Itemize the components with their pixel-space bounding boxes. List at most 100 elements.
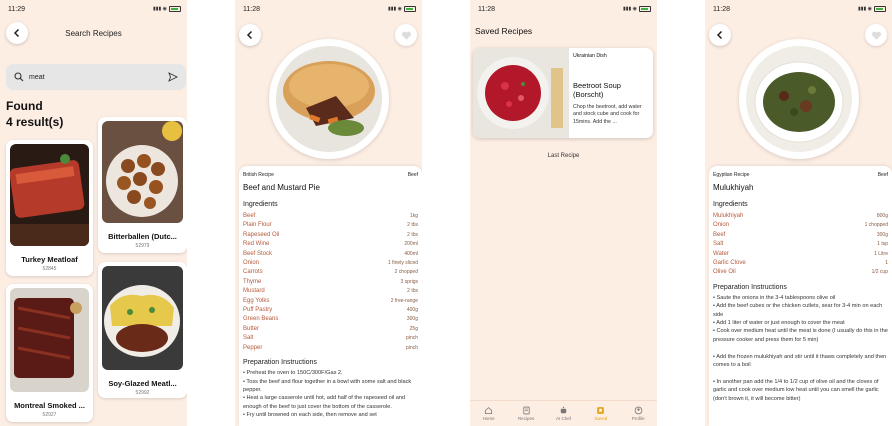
- ingredient-row: Mustard 2 tbs: [243, 287, 418, 296]
- ingredients-header: Ingredients: [243, 201, 278, 208]
- ingredient-row: Beef 300g: [713, 231, 888, 240]
- recipe-origin: British Recipe: [243, 172, 274, 178]
- ingredient-quantity: 1kg: [409, 213, 418, 219]
- status-time: 11:28: [478, 5, 495, 13]
- saved-recipes-screen: 11:28 ▮▮▮ ◉ Saved Recipes Ukrainian Dish…: [470, 0, 657, 426]
- result-card[interactable]: Bitterballen (Dutc... 52979: [98, 117, 187, 253]
- ingredient-quantity: 1 chopped: [864, 222, 888, 229]
- ingredient-name: Red Wine: [243, 241, 270, 248]
- ingredients-list: Beef 1kg Plain Flour 2 tbs Rapeseed Oil 2 tbs…: [243, 212, 418, 353]
- ingredient-name: Butter: [243, 325, 260, 332]
- recipe-image: [102, 266, 183, 370]
- ingredient-name: Carrots: [243, 269, 263, 276]
- nav-label: Saved: [594, 416, 608, 421]
- ingredient-name: Pepper: [243, 344, 263, 351]
- nav-label: AI Chef: [555, 416, 571, 421]
- nav-item-recipes[interactable]: Recipes: [511, 406, 541, 421]
- ingredient-name: Puff Pastry: [243, 307, 273, 314]
- instructions-header: Preparation Instructions: [713, 283, 787, 291]
- recipe-title: Mulukhiyah: [713, 183, 754, 192]
- status-icons: ▮▮▮ ◉: [388, 6, 416, 12]
- instructions-header: Preparation Instructions: [243, 359, 317, 367]
- saved-recipe-name: Beetroot Soup (Borscht): [573, 81, 621, 99]
- ingredient-name: Onion: [713, 222, 730, 229]
- saved-recipe-card[interactable]: Ukrainian Dish Beetroot Soup (Borscht) C…: [473, 48, 653, 138]
- nav-item-ai-chef[interactable]: AI Chef: [548, 406, 578, 421]
- status-bar: 11:28 ▮▮▮ ◉: [470, 0, 657, 18]
- result-card[interactable]: Turkey Meatloaf 52845: [6, 140, 93, 276]
- status-icons: ▮▮▮ ◉: [858, 6, 886, 12]
- recipe-category: Beef: [407, 172, 418, 178]
- nav-item-profile[interactable]: Profile: [623, 406, 653, 421]
- last-recipe-label: Last Recipe: [547, 153, 580, 159]
- ingredient-quantity: 2 tbs: [407, 231, 418, 238]
- nav-item-home[interactable]: Home: [474, 406, 504, 421]
- status-icons: ▮▮▮ ◉: [153, 6, 181, 12]
- ingredient-name: Garlic Clove: [713, 260, 746, 267]
- recipe-photo: [276, 46, 382, 152]
- search-query[interactable]: meat: [29, 74, 163, 81]
- ingredient-row: Thyme 3 sprigs: [243, 278, 418, 287]
- ingredient-quantity: 300g: [406, 316, 418, 323]
- heart-icon: [871, 31, 881, 40]
- ingredient-row: Onion 1 chopped: [713, 221, 888, 230]
- recipe-details-panel: British Recipe Beef Beef and Mustard Pie…: [239, 166, 422, 426]
- battery-icon: [404, 6, 416, 12]
- found-label: Found: [6, 99, 43, 113]
- ingredient-name: Beef Stock: [243, 250, 273, 257]
- ingredient-row: Water 1 Litre: [713, 250, 888, 259]
- ingredient-name: Green Beans: [243, 316, 279, 323]
- recipe-detail-screen: 11:28 ▮▮▮ ◉ British Recipe Beef Beef and…: [235, 0, 422, 426]
- status-bar: 11:28 ▮▮▮ ◉: [705, 0, 892, 18]
- recipe-title: Beef and Mustard Pie: [243, 183, 320, 192]
- nav-label: Home: [482, 416, 495, 421]
- ingredient-row: Mulukhiyah 800g: [713, 212, 888, 221]
- ingredient-quantity: 2 chopped: [394, 269, 418, 276]
- favorite-button[interactable]: [395, 24, 417, 46]
- result-card[interactable]: Montreal Smoked ... 52927: [6, 284, 93, 422]
- search-input[interactable]: meat: [6, 64, 186, 90]
- back-button[interactable]: [709, 24, 731, 46]
- book-icon: [522, 406, 530, 415]
- recipe-origin: Egyptian Recipe: [713, 172, 750, 178]
- ingredient-quantity: 1 Litre: [874, 250, 888, 257]
- ingredient-row: Rapeseed Oil 2 tbs: [243, 231, 418, 240]
- saved-recipe-description: Chop the beetroot, add water and stock c…: [573, 104, 642, 125]
- search-icon: [14, 72, 24, 82]
- ingredients-list: Mulukhiyah 800g Onion 1 chopped Beef 300g Salt…: [713, 212, 888, 278]
- ingredient-row: Plain Flour 2 tbs: [243, 221, 418, 230]
- result-card[interactable]: Soy-Glazed Meatl... 52992: [98, 262, 187, 398]
- page-title: Search Recipes: [65, 29, 122, 38]
- status-icons: ▮▮▮ ◉: [623, 6, 651, 12]
- bookmark-icon: [597, 407, 605, 414]
- battery-icon: [169, 6, 181, 12]
- ingredient-quantity: 1/2 cup: [871, 269, 888, 276]
- recipe-image: [10, 288, 89, 392]
- favorite-button[interactable]: [865, 24, 887, 46]
- instructions-text: • Saute the onions in the 3-4 tablespoon…: [713, 294, 888, 402]
- ingredient-name: Mustard: [243, 288, 265, 295]
- ingredient-quantity: 2 tbs: [407, 288, 418, 295]
- profile-icon: [634, 406, 643, 415]
- ingredient-name: Beef: [243, 213, 256, 219]
- status-bar: 11:28 ▮▮▮ ◉: [235, 0, 422, 18]
- saved-recipe-category: Ukrainian Dish: [573, 53, 607, 59]
- ingredient-name: Plain Flour: [243, 222, 272, 229]
- ingredient-row: Salt 1 tsp: [713, 240, 888, 249]
- ingredient-row: Garlic Clove 1: [713, 259, 888, 268]
- search-screen: 11:29 ▮▮▮ ◉ Search Recipes meat Found 4 …: [0, 0, 187, 426]
- robot-icon: [560, 406, 567, 414]
- nav-label: Profile: [631, 416, 645, 421]
- ingredient-quantity: 400g: [406, 307, 418, 314]
- ingredient-quantity: 2 free-range: [390, 297, 418, 304]
- ingredient-quantity: 800g: [876, 213, 888, 219]
- heart-icon: [401, 31, 411, 40]
- page-title: Saved Recipes: [475, 26, 533, 36]
- recipe-hero-image: [269, 39, 389, 159]
- back-button[interactable]: [239, 24, 261, 46]
- send-icon[interactable]: [168, 72, 178, 82]
- ingredient-row: Onion 1 finely sliced: [243, 259, 418, 268]
- nav-item-saved[interactable]: Saved: [586, 406, 616, 421]
- ingredient-name: Salt: [713, 241, 724, 248]
- battery-icon: [639, 6, 651, 12]
